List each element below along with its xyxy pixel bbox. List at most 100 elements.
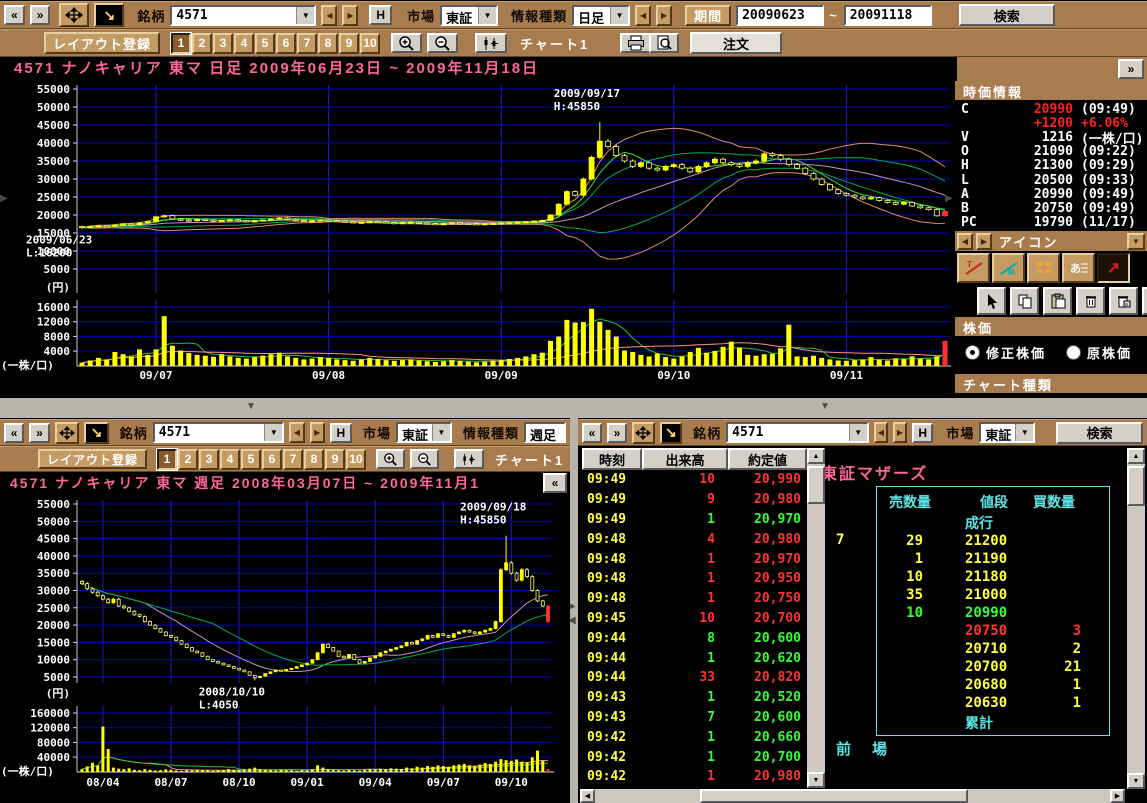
layout-page-3-button[interactable]: 3: [213, 33, 233, 54]
splitter-handle-icon[interactable]: ▶: [0, 194, 8, 204]
scroll-left-button[interactable]: ◀: [580, 789, 595, 803]
history-button[interactable]: H: [369, 5, 392, 25]
next-period-button[interactable]: ▶: [656, 5, 672, 26]
next-symbol-button[interactable]: ▶: [342, 5, 358, 26]
market-combobox[interactable]: 東証 ▼: [440, 5, 498, 26]
collapse-title-button[interactable]: «: [543, 473, 567, 493]
layout-page-10-button[interactable]: 10: [360, 33, 380, 54]
tick-price-header[interactable]: 約定値: [728, 448, 807, 470]
search-button[interactable]: 検索: [1056, 422, 1143, 444]
history-button[interactable]: H: [912, 423, 933, 443]
prev-period-button[interactable]: ◀: [635, 5, 651, 26]
scroll-back-button[interactable]: «: [582, 423, 602, 443]
prev-symbol-button[interactable]: ◀: [289, 422, 304, 443]
zoom-out-button[interactable]: [410, 449, 439, 469]
period-to-input[interactable]: [844, 5, 932, 26]
scroll-thumb[interactable]: [700, 789, 968, 803]
layout-page-5-button[interactable]: 5: [241, 449, 261, 470]
copy-button[interactable]: [1010, 287, 1039, 315]
daily-chart-canvas[interactable]: 09/0709/0809/0909/1009/11550005000045000…: [0, 81, 952, 398]
zoom-in-button[interactable]: [376, 449, 405, 469]
layout-register-button[interactable]: レイアウト登録: [44, 32, 160, 54]
scroll-up-button[interactable]: ▲: [807, 448, 825, 464]
dropdown-arrow-icon[interactable]: ▼: [432, 424, 450, 441]
dropdown-arrow-icon[interactable]: ▼: [1015, 424, 1033, 441]
layout-page-10-button[interactable]: 10: [346, 449, 366, 470]
layout-page-9-button[interactable]: 9: [325, 449, 345, 470]
tick-time-header[interactable]: 時刻: [582, 448, 642, 470]
scroll-forward-button[interactable]: »: [29, 423, 49, 443]
delete-button[interactable]: [1076, 287, 1105, 315]
next-symbol-button[interactable]: ▶: [310, 422, 325, 443]
splitter-handle-icon[interactable]: ▶: [945, 194, 953, 204]
draw-arrow-tool-button[interactable]: ↘: [660, 422, 683, 444]
fibonacci-tool-button[interactable]: [1027, 253, 1060, 283]
prev-symbol-button[interactable]: ◀: [874, 422, 888, 443]
zoom-out-button[interactable]: [427, 33, 458, 53]
market-combobox[interactable]: 東証 ▼: [979, 422, 1035, 443]
layout-page-1-button[interactable]: 1: [157, 449, 177, 470]
dropdown-arrow-icon[interactable]: ▼: [849, 424, 867, 441]
scroll-down-button[interactable]: ▼: [1127, 773, 1145, 789]
print-preview-button[interactable]: [649, 33, 679, 53]
move-tool-button[interactable]: [55, 422, 80, 444]
prev-symbol-button[interactable]: ◀: [321, 5, 337, 26]
layout-page-8-button[interactable]: 8: [304, 449, 324, 470]
pointer-mode-button[interactable]: ↗: [1097, 253, 1130, 283]
layout-page-3-button[interactable]: 3: [199, 449, 219, 470]
dropdown-arrow-icon[interactable]: ▼: [296, 7, 314, 24]
next-symbol-button[interactable]: ▶: [893, 422, 907, 443]
history-button[interactable]: H: [330, 423, 352, 443]
scroll-thumb[interactable]: [807, 466, 825, 504]
splitter-collapse-icon[interactable]: ▼: [246, 402, 256, 412]
chart-style-button[interactable]: [454, 449, 484, 469]
layout-register-button[interactable]: レイアウト登録: [38, 449, 147, 469]
move-tool-button[interactable]: [59, 3, 89, 27]
symbol-combobox[interactable]: 4571 ▼: [170, 5, 316, 26]
layout-page-8-button[interactable]: 8: [318, 33, 338, 54]
scroll-back-button[interactable]: «: [4, 5, 25, 25]
adjusted-price-radio[interactable]: 修正株価: [965, 343, 1046, 362]
expand-panel-button[interactable]: »: [1118, 59, 1144, 79]
symbol-combobox[interactable]: 4571 ▼: [726, 422, 869, 443]
layout-page-6-button[interactable]: 6: [276, 33, 296, 54]
period-from-input[interactable]: [736, 5, 824, 26]
info-type-value[interactable]: 週足: [524, 422, 566, 443]
icon-dropdown-button[interactable]: ▼: [1127, 233, 1145, 250]
scroll-forward-button[interactable]: »: [607, 423, 627, 443]
layout-page-1-button[interactable]: 1: [171, 33, 191, 54]
symbol-combobox[interactable]: 4571 ▼: [153, 422, 285, 443]
scroll-up-button[interactable]: ▲: [1127, 448, 1145, 464]
pointer-reset-button[interactable]: ↗: [1142, 287, 1147, 315]
draw-arrow-tool-button[interactable]: ↘: [94, 3, 124, 27]
layout-page-4-button[interactable]: 4: [234, 33, 254, 54]
scroll-forward-button[interactable]: »: [30, 5, 51, 25]
layout-page-9-button[interactable]: 9: [339, 33, 359, 54]
delete-all-button[interactable]: a: [1109, 287, 1138, 315]
horizontal-scrollbar[interactable]: ◀ ▶: [580, 789, 1125, 803]
select-tool-button[interactable]: [977, 287, 1006, 315]
icon-next-button[interactable]: ▶: [976, 233, 992, 250]
dropdown-arrow-icon[interactable]: ▼: [478, 7, 496, 24]
text-tool-button[interactable]: あ: [1062, 253, 1095, 283]
search-button[interactable]: 検索: [959, 4, 1055, 26]
trendline-t-tool-button[interactable]: T: [957, 253, 990, 283]
scroll-back-button[interactable]: «: [4, 423, 24, 443]
scroll-down-button[interactable]: ▼: [807, 772, 825, 788]
raw-price-radio[interactable]: 原株価: [1066, 343, 1132, 362]
splitter-collapse-icon[interactable]: ▼: [820, 402, 830, 412]
paste-button[interactable]: [1043, 287, 1072, 315]
scroll-right-button[interactable]: ▶: [1110, 789, 1125, 803]
layout-page-2-button[interactable]: 2: [178, 449, 198, 470]
layout-page-4-button[interactable]: 4: [220, 449, 240, 470]
icon-prev-button[interactable]: ◀: [957, 233, 973, 250]
zoom-in-button[interactable]: [391, 33, 422, 53]
market-combobox[interactable]: 東証 ▼: [396, 422, 452, 443]
layout-page-2-button[interactable]: 2: [192, 33, 212, 54]
scroll-thumb[interactable]: [1127, 466, 1145, 506]
tick-volume-header[interactable]: 出来高: [642, 448, 728, 470]
layout-page-6-button[interactable]: 6: [262, 449, 282, 470]
print-button[interactable]: [620, 33, 652, 53]
order-button[interactable]: 注文: [690, 32, 782, 54]
panel-scrollbar[interactable]: ▲ ▼: [1127, 448, 1145, 789]
